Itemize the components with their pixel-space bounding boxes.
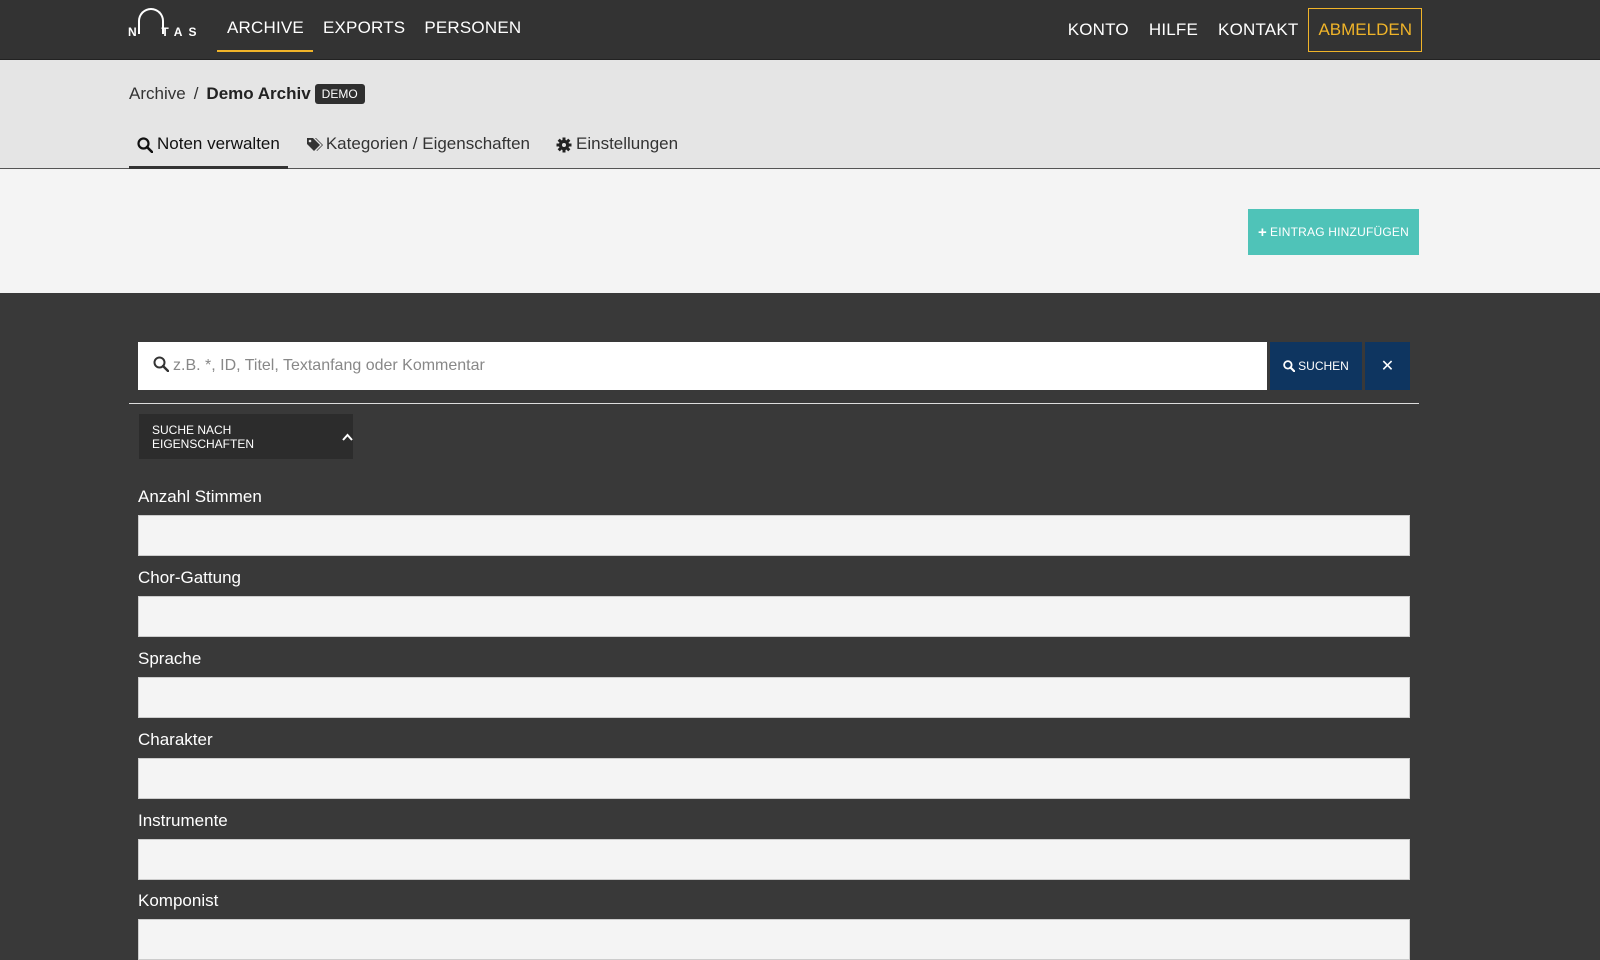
tab-kategorien[interactable]: Kategorien / Eigenschaften: [298, 128, 538, 169]
anzahl-stimmen-input[interactable]: [138, 515, 1410, 556]
add-entry-label: EINTRAG HINZUFÜGEN: [1270, 225, 1409, 239]
top-navbar: N TAS ARCHIVE EXPORTS PERSONEN KONTO HIL…: [0, 0, 1600, 60]
search-row: SUCHEN ✕: [138, 342, 1410, 390]
field-charakter: Charakter: [138, 730, 1410, 799]
nav-exports[interactable]: EXPORTS: [313, 0, 414, 52]
close-icon: ✕: [1380, 358, 1395, 375]
archive-header: Archive / Demo Archiv DEMO Noten verwalt…: [0, 60, 1600, 169]
tab-label: Einstellungen: [576, 134, 679, 153]
nav-archive[interactable]: ARCHIVE: [217, 0, 313, 52]
field-label: Chor-Gattung: [138, 568, 241, 587]
breadcrumb-archive-link[interactable]: Archive: [129, 84, 186, 104]
nav-kontakt[interactable]: KONTAKT: [1208, 20, 1308, 40]
notas-logo[interactable]: N TAS: [128, 8, 196, 40]
tab-label: Kategorien / Eigenschaften: [325, 134, 530, 153]
sprache-input[interactable]: [138, 677, 1410, 718]
logo-text: N TAS: [128, 25, 203, 39]
action-band: + EINTRAG HINZUFÜGEN: [0, 169, 1600, 293]
search-icon: [1283, 360, 1296, 372]
tab-einstellungen[interactable]: Einstellungen: [548, 128, 686, 169]
search-input[interactable]: [173, 357, 1267, 375]
property-search-label: SUCHE NACH EIGENSCHAFTEN: [152, 422, 255, 451]
chevron-up-icon: [342, 430, 353, 444]
search-button[interactable]: SUCHEN: [1270, 342, 1362, 390]
nav-personen[interactable]: PERSONEN: [414, 0, 530, 52]
field-chor-gattung: Chor-Gattung: [138, 568, 1410, 637]
breadcrumb-separator: /: [193, 84, 199, 103]
nav-hilfe[interactable]: HILFE: [1139, 20, 1208, 40]
field-anzahl-stimmen: Anzahl Stimmen: [138, 487, 1410, 556]
main-nav: ARCHIVE EXPORTS PERSONEN: [217, 0, 530, 52]
search-button-label: SUCHEN: [1298, 359, 1349, 373]
field-komponist: Komponist: [138, 891, 1410, 960]
field-instrumente: Instrumente: [138, 811, 1410, 880]
field-label: Anzahl Stimmen: [138, 487, 262, 506]
field-label: Charakter: [138, 730, 213, 749]
field-label: Komponist: [138, 891, 219, 910]
demo-badge: DEMO: [314, 84, 365, 104]
field-sprache: Sprache: [138, 649, 1410, 718]
search-panel: SUCHEN ✕ SUCHE NACH EIGENSCHAFTEN Anzahl…: [0, 293, 1600, 960]
search-box: [138, 342, 1267, 390]
clear-search-button[interactable]: ✕: [1365, 342, 1410, 390]
gear-icon: [556, 137, 572, 153]
komponist-input[interactable]: [138, 919, 1410, 960]
account-nav: KONTO HILFE KONTAKT ABMELDEN: [1058, 0, 1422, 60]
tab-label: Noten verwalten: [157, 134, 280, 153]
field-label: Sprache: [138, 649, 202, 668]
instrumente-input[interactable]: [138, 839, 1410, 880]
search-icon: [153, 356, 170, 377]
add-entry-button[interactable]: + EINTRAG HINZUFÜGEN: [1248, 209, 1419, 255]
breadcrumb: Archive / Demo Archiv DEMO: [129, 84, 365, 104]
charakter-input[interactable]: [138, 758, 1410, 799]
nav-konto[interactable]: KONTO: [1058, 20, 1139, 40]
plus-icon: +: [1258, 223, 1268, 241]
field-label: Instrumente: [138, 811, 228, 830]
archive-tabs: Noten verwalten Kategorien / Eigenschaft…: [129, 128, 696, 169]
tab-noten-verwalten[interactable]: Noten verwalten: [129, 128, 288, 169]
chor-gattung-input[interactable]: [138, 596, 1410, 637]
divider: [129, 403, 1419, 404]
search-icon: [137, 137, 154, 154]
logout-button[interactable]: ABMELDEN: [1308, 8, 1422, 52]
breadcrumb-current: Demo Archiv: [206, 84, 311, 103]
property-search-toggle[interactable]: SUCHE NACH EIGENSCHAFTEN: [139, 414, 353, 459]
tags-icon: [306, 137, 323, 153]
